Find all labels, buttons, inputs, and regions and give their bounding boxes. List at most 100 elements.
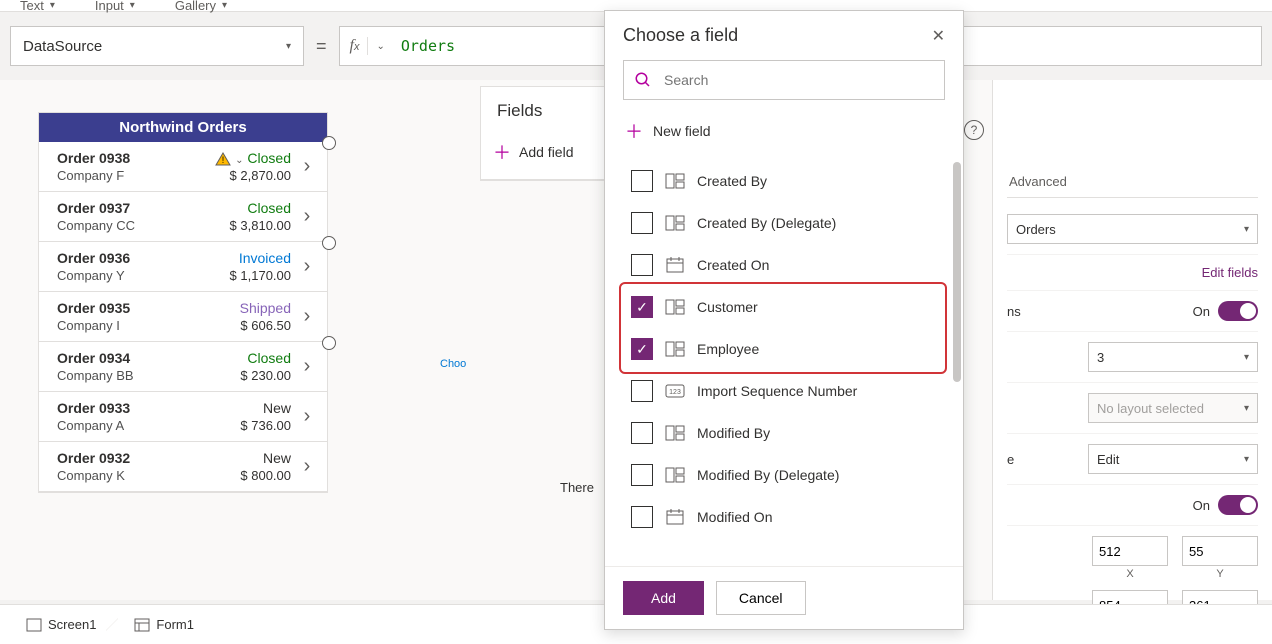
order-amount: $ 230.00 — [240, 368, 295, 383]
fx-icon: fx — [350, 37, 369, 55]
field-type-icon: 123 — [665, 382, 685, 400]
order-row[interactable]: Order 0934 Closed›Company BB$ 230.00 — [39, 342, 327, 392]
pos-y-input[interactable] — [1182, 536, 1258, 566]
field-list[interactable]: Created ByCreated By (Delegate) Created O… — [605, 156, 963, 566]
field-item[interactable]: Created By — [625, 160, 953, 202]
plus-icon: ＋ — [625, 118, 643, 144]
columns-dropdown[interactable]: 3▾ — [1088, 342, 1258, 372]
chevron-right-icon[interactable]: › — [295, 405, 319, 428]
ribbon-item[interactable]: Gallery ▾ — [175, 0, 227, 13]
field-item[interactable]: ✓Customer — [625, 286, 953, 328]
toggle-on-text: On — [1193, 304, 1210, 319]
field-item[interactable]: 123Import Sequence Number — [625, 370, 953, 412]
formula-value: Orders — [401, 37, 455, 55]
selection-handle[interactable] — [322, 136, 336, 150]
field-label: Modified By (Delegate) — [697, 467, 839, 483]
field-item[interactable]: ✓Employee — [625, 328, 953, 370]
field-type-icon — [665, 256, 685, 274]
order-row[interactable]: Order 0938! ⌄ Closed›Company F$ 2,870.00 — [39, 142, 327, 192]
order-title: Order 0934 — [57, 350, 240, 366]
checkbox[interactable]: ✓ — [631, 296, 653, 318]
cancel-button[interactable]: Cancel — [716, 581, 806, 615]
chevron-right-icon[interactable]: › — [295, 355, 319, 378]
order-amount: $ 1,170.00 — [230, 268, 295, 283]
edit-fields-link[interactable]: Edit fields — [1202, 265, 1258, 280]
checkbox[interactable] — [631, 506, 653, 528]
property-dropdown[interactable]: DataSource▾ — [10, 26, 304, 66]
close-icon[interactable]: ✕ — [932, 26, 945, 46]
field-type-icon — [665, 466, 685, 484]
checkbox[interactable] — [631, 254, 653, 276]
warning-icon: ! — [215, 152, 231, 166]
chevron-right-icon[interactable]: › — [295, 255, 319, 278]
order-amount: $ 2,870.00 — [215, 168, 295, 183]
checkbox[interactable] — [631, 170, 653, 192]
screen-icon — [26, 618, 42, 632]
field-item[interactable]: Created By (Delegate) — [625, 202, 953, 244]
choose-field-title: Choose a field — [623, 25, 738, 46]
chevron-down-icon[interactable]: ⌄ — [368, 41, 392, 52]
chevron-right-icon[interactable]: › — [295, 455, 319, 478]
breadcrumb-form[interactable]: Form1 — [124, 613, 204, 636]
order-company: Company CC — [57, 218, 230, 233]
order-row[interactable]: Order 0936 Invoiced›Company Y$ 1,170.00 — [39, 242, 327, 292]
checkbox[interactable]: ✓ — [631, 338, 653, 360]
breadcrumb-screen[interactable]: Screen1 — [16, 613, 106, 636]
tab-advanced[interactable]: Advanced — [1007, 166, 1069, 197]
field-item[interactable]: Modified By (Delegate) — [625, 454, 953, 496]
choose-hint-text: Choo — [440, 358, 466, 370]
order-company: Company F — [57, 168, 215, 183]
order-row[interactable]: Order 0935 Shipped›Company I$ 606.50 — [39, 292, 327, 342]
order-amount: $ 606.50 — [240, 318, 295, 333]
order-company: Company A — [57, 418, 240, 433]
snap-toggle[interactable] — [1218, 301, 1258, 321]
mode-label: e — [1007, 452, 1014, 467]
checkbox[interactable] — [631, 422, 653, 444]
chevron-right-icon[interactable]: › — [295, 205, 319, 228]
field-type-icon — [665, 424, 685, 442]
order-row[interactable]: Order 0937 Closed›Company CC$ 3,810.00 — [39, 192, 327, 242]
field-item[interactable]: Modified By — [625, 412, 953, 454]
order-title: Order 0933 — [57, 400, 240, 416]
mode-dropdown[interactable]: Edit▾ — [1088, 444, 1258, 474]
field-label: Created On — [697, 257, 769, 273]
chevron-right-icon[interactable]: › — [295, 155, 319, 178]
order-row[interactable]: Order 0932 New›Company K$ 800.00 — [39, 442, 327, 492]
order-title: Order 0935 — [57, 300, 240, 316]
gallery-title: Northwind Orders — [39, 113, 327, 142]
search-input[interactable] — [662, 71, 934, 89]
plus-icon: ＋ — [493, 139, 511, 165]
visible-toggle[interactable] — [1218, 495, 1258, 515]
field-item[interactable]: Modified On — [625, 496, 953, 538]
order-status: Closed — [240, 350, 295, 366]
order-amount: $ 3,810.00 — [230, 218, 295, 233]
order-amount: $ 736.00 — [240, 418, 295, 433]
ribbon-item[interactable]: Text ▾ — [20, 0, 55, 13]
help-icon[interactable]: ? — [964, 120, 984, 140]
add-button[interactable]: Add — [623, 581, 704, 615]
pos-x-input[interactable] — [1092, 536, 1168, 566]
toggle-on-text: On — [1193, 498, 1210, 513]
checkbox[interactable] — [631, 380, 653, 402]
new-field-button[interactable]: ＋ New field — [605, 110, 963, 156]
selection-handle[interactable] — [322, 336, 336, 350]
order-status: Closed — [230, 200, 295, 216]
ribbon-item[interactable]: Input ▾ — [95, 0, 135, 13]
choose-field-panel: Choose a field ✕ ＋ New field Created ByC… — [604, 10, 964, 630]
orders-gallery[interactable]: Northwind Orders Order 0938! ⌄ Closed›Co… — [38, 112, 328, 493]
data-source-dropdown[interactable]: Orders▾ — [1007, 214, 1258, 244]
field-type-icon — [665, 508, 685, 526]
order-title: Order 0932 — [57, 450, 240, 466]
order-row[interactable]: Order 0933 New›Company A$ 736.00 — [39, 392, 327, 442]
checkbox[interactable] — [631, 212, 653, 234]
checkbox[interactable] — [631, 464, 653, 486]
field-item[interactable]: Created On — [625, 244, 953, 286]
field-search[interactable] — [623, 60, 945, 100]
add-field-button[interactable]: ＋ Add field — [481, 129, 607, 180]
field-label: Modified On — [697, 509, 772, 525]
chevron-right-icon[interactable]: › — [295, 305, 319, 328]
field-type-icon — [665, 214, 685, 232]
selection-handle[interactable] — [322, 236, 336, 250]
field-type-icon — [665, 172, 685, 190]
scrollbar[interactable] — [953, 162, 961, 382]
